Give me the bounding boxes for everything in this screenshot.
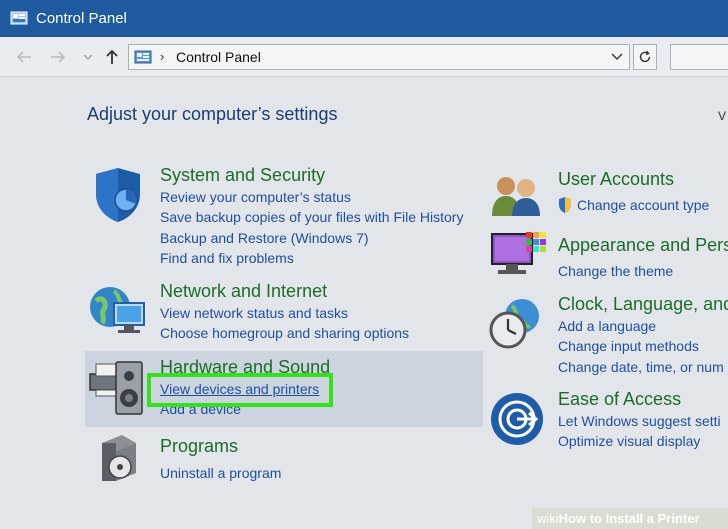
window-title: Control Panel — [36, 10, 127, 27]
shield-icon — [96, 168, 140, 222]
up-arrow-icon — [106, 49, 118, 64]
control-panel-icon — [10, 11, 28, 25]
link-backup-restore[interactable]: Backup and Restore (Windows 7) — [160, 230, 369, 246]
link-network-status[interactable]: View network status and tasks — [160, 305, 348, 321]
watermark: wikiHow to Install a Printer — [532, 508, 728, 529]
forward-arrow-icon — [51, 51, 66, 63]
link-optimize-visual-display[interactable]: Optimize visual display — [558, 433, 700, 449]
address-field[interactable]: › Control Panel — [128, 44, 630, 70]
ease-of-access-icon — [491, 393, 543, 445]
chevron-down-icon — [83, 54, 93, 60]
recent-dropdown-button[interactable] — [78, 46, 98, 68]
link-windows-suggest-settings[interactable]: Let Windows suggest setti — [558, 413, 721, 429]
appearance-title[interactable]: Appearance and Pers — [558, 235, 728, 256]
user-accounts-icon — [492, 177, 540, 216]
refresh-button[interactable] — [633, 44, 657, 70]
refresh-icon — [639, 50, 651, 63]
link-change-input-methods[interactable]: Change input methods — [558, 338, 699, 354]
link-change-account-type[interactable]: Change account type — [577, 197, 709, 213]
address-bar: › Control Panel — [0, 37, 728, 77]
link-uninstall-program[interactable]: Uninstall a program — [160, 465, 281, 481]
clock-globe-icon — [489, 299, 539, 349]
programs-icon — [102, 435, 136, 481]
page-title: Adjust your computer’s settings — [87, 104, 338, 124]
back-button[interactable] — [14, 46, 34, 68]
up-button[interactable] — [102, 46, 122, 68]
title-bar: Control Panel — [0, 0, 728, 37]
back-arrow-icon — [16, 51, 31, 63]
appearance-icon — [491, 232, 546, 274]
search-input[interactable] — [670, 44, 728, 70]
chevron-right-icon: › — [160, 49, 165, 64]
ease-of-access-title[interactable]: Ease of Access — [558, 389, 681, 410]
breadcrumb-control-panel[interactable]: Control Panel — [176, 49, 261, 65]
link-homegroup[interactable]: Choose homegroup and sharing options — [160, 325, 409, 341]
link-add-language[interactable]: Add a language — [558, 318, 656, 334]
forward-button[interactable] — [48, 46, 68, 68]
watermark-text: How to Install a Printer — [558, 511, 700, 526]
link-review-status[interactable]: Review your computer’s status — [160, 189, 351, 205]
link-change-date-time[interactable]: Change date, time, or num — [558, 359, 724, 375]
link-find-fix-problems[interactable]: Find and fix problems — [160, 250, 294, 266]
view-by-label[interactable]: V — [718, 109, 726, 123]
chevron-down-icon[interactable] — [611, 51, 623, 61]
printer-speaker-icon — [89, 361, 143, 415]
uac-shield-icon — [559, 197, 571, 213]
clock-language-title[interactable]: Clock, Language, and — [558, 294, 728, 315]
system-security-title[interactable]: System and Security — [160, 165, 325, 186]
watermark-wiki: wiki — [537, 511, 559, 526]
network-title[interactable]: Network and Internet — [160, 281, 327, 302]
link-file-history[interactable]: Save backup copies of your files with Fi… — [160, 209, 463, 225]
highlight-box — [147, 373, 333, 407]
network-globe-icon — [90, 287, 145, 333]
programs-title[interactable]: Programs — [160, 436, 238, 457]
control-panel-icon — [134, 50, 152, 64]
user-accounts-title[interactable]: User Accounts — [558, 169, 674, 190]
control-panel-content: Adjust your computer’s settings V System… — [0, 78, 728, 529]
link-change-theme[interactable]: Change the theme — [558, 263, 673, 279]
